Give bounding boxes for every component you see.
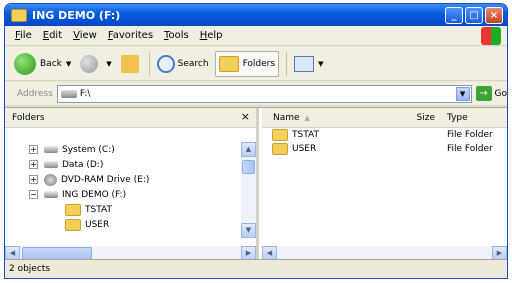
folders-icon	[218, 55, 239, 72]
folder-icon	[65, 218, 81, 231]
menu-tools[interactable]: Tools	[164, 30, 189, 41]
explorer-window: ING DEMO (F:) _ □ × File Edit View Favor…	[4, 3, 508, 279]
collapse-icon[interactable]: −	[29, 190, 38, 199]
scroll-down-button[interactable]: ▼	[241, 223, 256, 238]
dvd-drive-icon	[44, 173, 57, 186]
go-label: Go	[494, 88, 507, 99]
address-bar: Address F:\ ▼ → Go	[5, 82, 507, 106]
search-label: Search	[177, 58, 209, 69]
tree-item-tstat[interactable]: TSTAT	[5, 202, 245, 217]
chevron-down-icon[interactable]: ▼	[66, 60, 71, 68]
folders-label: Folders	[242, 58, 276, 69]
file-row[interactable]: TSTAT File Folder	[262, 128, 507, 142]
scroll-thumb[interactable]	[242, 160, 255, 174]
menu-file[interactable]: File	[15, 30, 32, 41]
toolbar-separator	[148, 51, 150, 76]
file-type: File Folder	[447, 144, 493, 154]
folder-icon	[272, 129, 288, 141]
drive-icon	[44, 146, 58, 153]
go-arrow-icon: →	[475, 86, 492, 101]
tree-item-label: Data (D:)	[62, 159, 104, 170]
forward-button[interactable]: ▼	[77, 51, 114, 77]
views-button[interactable]: ▼	[291, 51, 326, 77]
title-bar[interactable]: ING DEMO (F:) _ □ ×	[5, 4, 507, 26]
folders-vertical-scrollbar[interactable]: ▲ ▼	[241, 142, 256, 238]
folder-up-icon	[120, 54, 139, 73]
views-icon	[294, 55, 315, 72]
menu-bar: File Edit View Favorites Tools Help	[5, 26, 507, 46]
file-type: File Folder	[447, 130, 493, 140]
file-row[interactable]: USER File Folder	[262, 142, 507, 156]
column-headers: Name ▲ Size Type	[262, 108, 507, 128]
windows-logo-icon	[481, 27, 501, 45]
folders-button[interactable]: Folders	[214, 50, 280, 77]
sort-ascending-icon: ▲	[304, 113, 310, 122]
minimize-button[interactable]: _	[445, 7, 463, 24]
tree-item-dvd[interactable]: + DVD-RAM Drive (E:)	[5, 172, 245, 187]
column-header-type[interactable]: Type	[435, 113, 468, 123]
drive-icon	[44, 161, 58, 168]
address-label: Address	[17, 88, 53, 99]
status-text: 2 objects	[9, 264, 51, 274]
toolbar-separator	[286, 51, 288, 76]
expand-icon[interactable]: +	[29, 175, 38, 184]
up-button[interactable]	[118, 51, 142, 77]
expand-icon[interactable]: +	[29, 160, 38, 169]
back-button[interactable]: Back ▼	[11, 51, 74, 77]
folders-pane-header: Folders ×	[5, 108, 256, 128]
file-list-pane: Name ▲ Size Type TSTAT File Folder USER F…	[262, 108, 507, 261]
go-button[interactable]: → Go	[475, 86, 507, 101]
folder-icon	[65, 203, 81, 216]
menu-favorites[interactable]: Favorites	[108, 30, 153, 41]
maximize-button[interactable]: □	[465, 7, 483, 24]
tree-item-user[interactable]: USER	[5, 217, 245, 232]
column-name-label: Name	[273, 112, 300, 123]
back-label: Back	[40, 58, 62, 69]
scroll-up-button[interactable]: ▲	[241, 142, 256, 157]
folder-icon	[11, 8, 27, 22]
tree-item-label: System (C:)	[62, 144, 115, 155]
menu-help[interactable]: Help	[200, 30, 223, 41]
address-input[interactable]: F:\ ▼	[56, 84, 472, 103]
chevron-down-icon: ▼	[318, 59, 324, 68]
expand-icon[interactable]: +	[29, 145, 38, 154]
close-pane-icon[interactable]: ×	[241, 110, 250, 123]
drive-icon	[44, 191, 58, 198]
folder-tree: + System (C:) + Data (D:) + DVD-RAM Driv…	[5, 142, 245, 232]
back-arrow-icon	[14, 52, 36, 75]
status-bar: 2 objects	[5, 259, 507, 278]
tree-item-label: TSTAT	[85, 204, 112, 215]
address-dropdown-button[interactable]: ▼	[455, 86, 470, 101]
toolbar: Back ▼ ▼ Search Folders ▼	[5, 47, 507, 81]
forward-arrow-icon	[80, 54, 99, 73]
folders-pane: Folders × + System (C:) + Data (D:) + DV	[5, 108, 259, 261]
folder-icon	[272, 143, 288, 155]
menu-edit[interactable]: Edit	[43, 30, 62, 41]
tree-item-label: USER	[85, 219, 110, 230]
tree-item-data[interactable]: + Data (D:)	[5, 157, 245, 172]
window-title: ING DEMO (F:)	[32, 8, 121, 22]
menu-view[interactable]: View	[73, 30, 97, 41]
column-header-size[interactable]: Size	[401, 113, 435, 123]
tree-item-label: DVD-RAM Drive (E:)	[61, 174, 150, 185]
address-value: F:\	[79, 88, 91, 99]
tree-item-system[interactable]: + System (C:)	[5, 142, 245, 157]
drive-icon	[60, 89, 77, 98]
tree-item-ing-demo[interactable]: − ING DEMO (F:)	[5, 187, 245, 202]
search-button[interactable]: Search	[154, 51, 212, 77]
column-header-name[interactable]: Name ▲	[262, 113, 401, 123]
chevron-down-icon[interactable]: ▼	[106, 60, 111, 68]
content-area: Folders × + System (C:) + Data (D:) + DV	[5, 107, 507, 261]
folders-pane-title: Folders	[12, 112, 45, 123]
file-name: USER	[292, 144, 317, 154]
file-name: TSTAT	[292, 130, 319, 140]
close-button[interactable]: ×	[485, 7, 503, 24]
tree-item-label: ING DEMO (F:)	[62, 189, 127, 200]
search-icon	[156, 54, 175, 73]
